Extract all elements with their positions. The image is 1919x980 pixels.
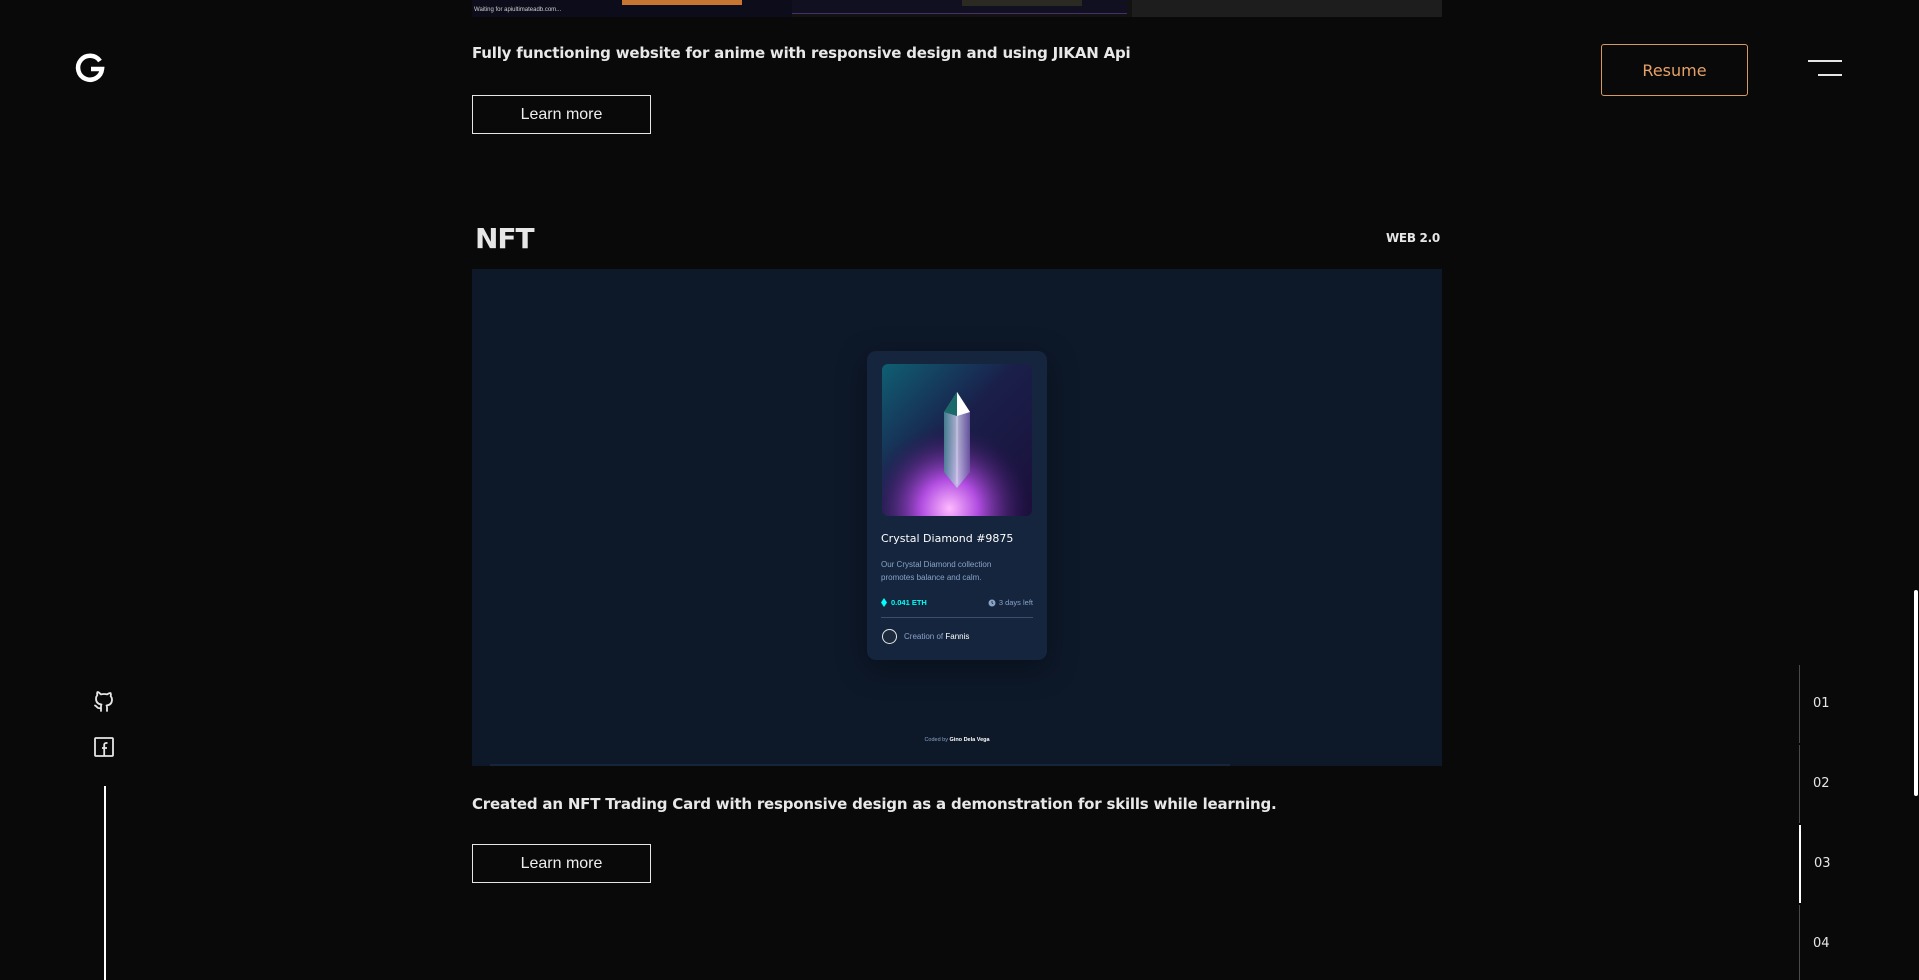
learn-more-button[interactable]: Learn more [472, 844, 651, 883]
g-logo-icon[interactable] [74, 52, 106, 84]
creator-prefix: Creation of [904, 632, 944, 641]
learn-more-button[interactable]: Learn more [472, 95, 651, 134]
project-preview[interactable]: Crystal Diamond #9875 Our Crystal Diamon… [472, 269, 1442, 766]
coded-by-prefix: Coded by [924, 737, 948, 743]
social-divider-line [104, 786, 106, 980]
creator-name: Fannis [945, 632, 970, 641]
github-icon[interactable] [92, 689, 116, 713]
nft-card: Crystal Diamond #9875 Our Crystal Diamon… [867, 351, 1047, 660]
time-left-value: 3 days left [998, 598, 1033, 607]
price-value: 0.041 ETH [891, 598, 927, 607]
card-creator: Creation of Fannis [904, 632, 969, 641]
section-index-01[interactable]: 01 [1799, 665, 1830, 743]
card-title: Crystal Diamond #9875 [881, 532, 1014, 545]
previous-project-preview: Waiting for apiultimateadb.com... [472, 0, 1442, 17]
crystal-image [882, 364, 1032, 516]
hamburger-menu-icon[interactable] [1808, 60, 1842, 78]
section-index-label: 03 [1814, 856, 1831, 871]
previous-project-description: Fully functioning website for anime with… [472, 44, 1131, 62]
ethereum-icon [881, 598, 887, 607]
section-index-02[interactable]: 02 [1799, 745, 1830, 823]
card-price: 0.041 ETH [881, 598, 927, 607]
browser-status-caption: Waiting for apiultimateadb.com... [474, 7, 562, 13]
card-divider [881, 617, 1033, 618]
section-index-03[interactable]: 03 [1799, 825, 1831, 903]
section-index-label: 04 [1813, 936, 1830, 951]
resume-button[interactable]: Resume [1601, 44, 1748, 96]
section-index-04[interactable]: 04 [1799, 905, 1830, 980]
card-time-left: 3 days left [988, 598, 1033, 607]
coded-by-footer: Coded by Gino Dela Vega [472, 737, 1442, 743]
project-description: Created an NFT Trading Card with respons… [472, 795, 1277, 813]
section-index-label: 01 [1813, 696, 1830, 711]
project-title: NFT [475, 222, 535, 255]
card-description: Our Crystal Diamond collection promotes … [881, 560, 992, 582]
avatar [882, 629, 897, 644]
coded-by-name: Gino Dela Vega [949, 737, 990, 743]
preview-bottom-bar [490, 764, 1230, 766]
clock-icon [988, 599, 996, 606]
facebook-icon[interactable] [92, 735, 116, 759]
project-tag: WEB 2.0 [1386, 231, 1440, 245]
scrollbar-thumb[interactable] [1914, 590, 1918, 796]
section-index-label: 02 [1813, 776, 1830, 791]
